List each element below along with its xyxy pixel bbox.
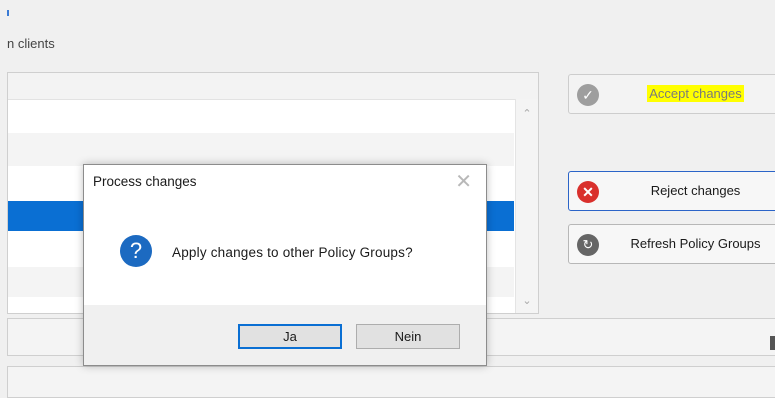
reject-changes-label: Reject changes [650, 183, 741, 198]
scroll-up-icon[interactable]: ⌃ [516, 107, 538, 120]
table-row[interactable] [8, 133, 514, 166]
page-subtitle: n clients [7, 36, 55, 51]
refresh-icon: ↻ [577, 234, 599, 256]
question-icon: ? [120, 235, 152, 267]
check-circle-icon: ✓ [577, 84, 599, 106]
dialog-footer: Ja Nein [84, 305, 486, 365]
grid-header [8, 73, 538, 100]
yes-button[interactable]: Ja [238, 324, 342, 349]
no-button[interactable]: Nein [356, 324, 460, 349]
reject-changes-button[interactable]: ✕ Reject changes [568, 171, 775, 211]
scroll-down-icon[interactable]: ⌄ [516, 294, 538, 307]
dialog-title: Process changes [93, 174, 197, 189]
vertical-scrollbar[interactable]: ⌃ ⌄ [515, 99, 538, 313]
accept-changes-label: Accept changes [647, 85, 744, 102]
accept-changes-button[interactable]: ✓ Accept changes [568, 74, 775, 114]
process-changes-dialog: Process changes ✕ ? Apply changes to oth… [83, 164, 487, 366]
details-panel-lower [7, 366, 775, 398]
close-icon[interactable]: ✕ [455, 169, 472, 194]
x-circle-icon: ✕ [577, 181, 599, 203]
dialog-message: Apply changes to other Policy Groups? [172, 245, 413, 260]
table-row[interactable] [8, 100, 514, 133]
top-marker [7, 10, 9, 16]
refresh-policy-groups-button[interactable]: ↻ Refresh Policy Groups [568, 224, 775, 264]
refresh-policy-groups-label: Refresh Policy Groups [630, 236, 761, 251]
panel-edge-marker [770, 336, 775, 350]
